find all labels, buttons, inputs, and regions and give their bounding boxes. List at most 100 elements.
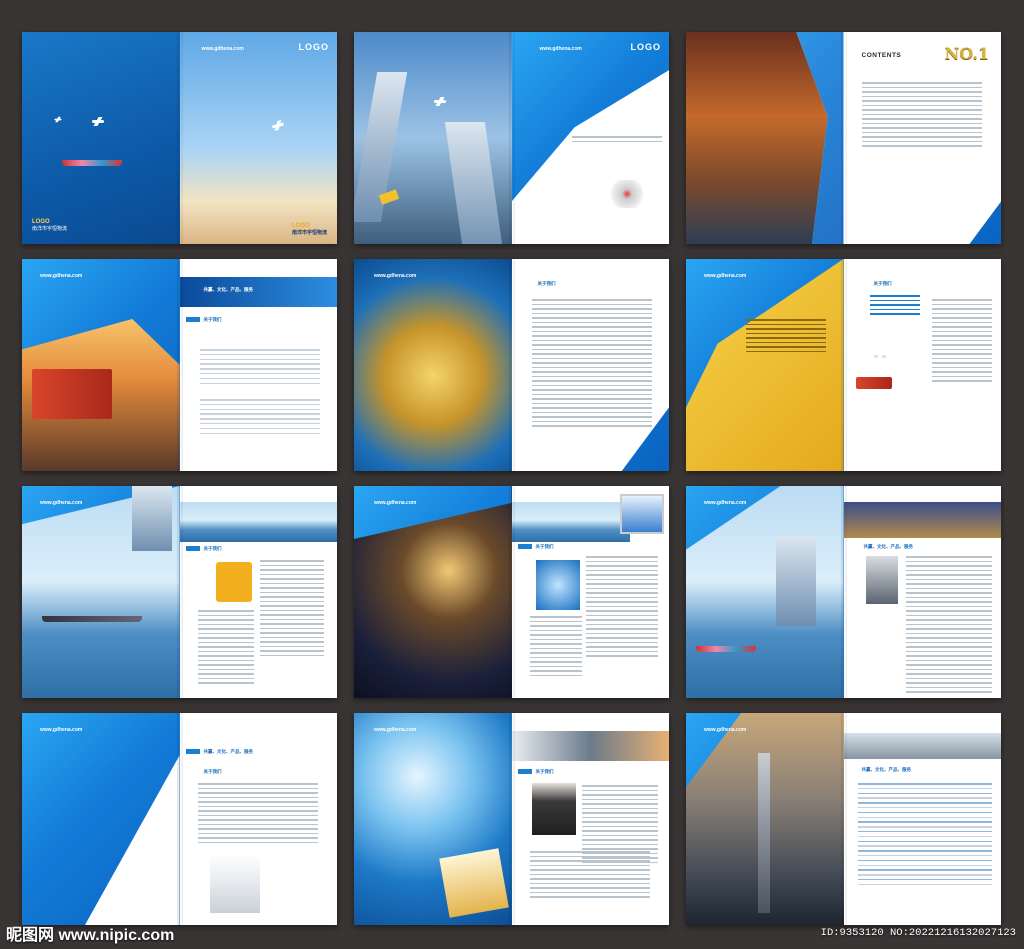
city-text-a <box>905 556 992 696</box>
cargo-ship-icon <box>42 616 142 622</box>
page-trucking-right: 共赢、文化、产品、服务 关于我们 <box>179 259 337 471</box>
spine-fold <box>508 259 515 471</box>
spread-intro[interactable]: www.gdhena.com LOGO <box>354 32 669 244</box>
heading-marker <box>185 546 200 551</box>
page-front-cover: www.gdhena.com LOGO LOGO 南洋市宇恒物流 <box>179 32 337 244</box>
team-figures-icon <box>606 180 647 208</box>
spread-global[interactable]: www.gdhena.com 关于我们 <box>354 486 669 698</box>
truck-icon <box>32 369 112 419</box>
spread-city-port[interactable]: www.gdhena.com 共赢、文化、产品、服务 <box>686 486 1001 698</box>
section-heading: 关于我们 <box>537 281 556 286</box>
cover-brand: LOGO 南洋市宇恒物流 <box>32 219 67 232</box>
page-skyline-left: www.gdhena.com <box>686 713 844 925</box>
spine-fold <box>176 32 183 244</box>
section-heading: 关于我们 <box>203 769 222 774</box>
business-people-photo <box>865 556 898 604</box>
airplane-icon <box>873 355 886 358</box>
monitor-icon <box>619 494 664 534</box>
container-ship-icon <box>62 160 122 166</box>
spread-team[interactable]: www.gdhena.com 关于我们 <box>354 713 669 925</box>
spread-culture[interactable]: www.gdhena.com 关于我们 <box>354 259 669 471</box>
banner-title: 共赢、文化、产品、服务 <box>863 544 914 549</box>
no1-badge: NO.1 <box>944 44 989 63</box>
airplane-icon <box>434 100 446 103</box>
page-back-cover: LOGO 南洋市宇恒物流 <box>22 32 180 244</box>
decor-wave <box>22 32 180 244</box>
air-list <box>869 295 920 318</box>
front-brand: LOGO 南洋市宇恒物流 <box>292 223 327 236</box>
spread-service[interactable]: www.gdhena.com 共赢、文化、产品、服务 关于我们 <box>22 713 337 925</box>
spread-air-freight[interactable]: www.gdhena.com 关于我们 <box>686 259 1001 471</box>
pyramid-photo <box>843 502 1001 538</box>
spread-shipping[interactable]: www.gdhena.com 关于我们 <box>22 486 337 698</box>
page-culture-left: www.gdhena.com <box>354 259 512 471</box>
brand-url: www.gdhena.com <box>374 273 417 279</box>
page-contents-right: CONTENTS NO.1 <box>843 32 1001 244</box>
businessman-photo <box>531 783 576 835</box>
spread-skyline[interactable]: www.gdhena.com 共赢、文化、产品、服务 <box>686 713 1001 925</box>
page-service-left: www.gdhena.com <box>22 713 180 925</box>
golden-pixiu-photo <box>354 259 512 471</box>
logo-mark: LOGO <box>298 42 329 52</box>
skyscraper-shape <box>758 753 770 913</box>
global-text-b <box>529 616 582 679</box>
brand-url: www.gdhena.com <box>374 727 417 733</box>
page-contents-left <box>686 32 844 244</box>
brand-url: www.gdhena.com <box>704 727 747 733</box>
page-culture-right: 关于我们 <box>511 259 669 471</box>
page-global-right: 关于我们 <box>511 486 669 698</box>
truck-icon <box>855 377 892 389</box>
spine-fold <box>176 259 183 471</box>
spread-cover[interactable]: LOGO 南洋市宇恒物流 www.gdhena.com LOGO LOGO 南洋… <box>22 32 337 244</box>
brand-url: www.gdhena.com <box>374 500 417 506</box>
page-shipping-right: 关于我们 <box>179 486 337 698</box>
brand-url: www.gdhena.com <box>40 273 83 279</box>
service-text <box>197 783 318 846</box>
rate-table <box>199 349 320 387</box>
contents-list <box>861 82 982 150</box>
banner-title: 共赢、文化、产品、服务 <box>203 287 254 292</box>
heading-marker <box>517 769 532 774</box>
heading-marker <box>185 317 200 322</box>
id-watermark: ID:9353120 NO:20221216132027123 <box>820 927 1016 939</box>
banner-title: 共赢、文化、产品、服务 <box>203 749 254 754</box>
page-air-right: 关于我们 <box>843 259 1001 471</box>
page-trucking-left: www.gdhena.com <box>22 259 180 471</box>
spread-contents[interactable]: CONTENTS NO.1 <box>686 32 1001 244</box>
airplane-icon <box>54 118 62 121</box>
forklift-icon <box>215 562 252 602</box>
spread-trucking[interactable]: www.gdhena.com 共赢、文化、产品、服务 关于我们 <box>22 259 337 471</box>
section-heading: 关于我们 <box>203 546 222 551</box>
site-watermark: 昵图网 www.nipic.com <box>6 927 175 944</box>
brand-url: www.gdhena.com <box>201 46 244 52</box>
spine-fold <box>508 713 515 925</box>
brand-name: 南洋市宇恒物流 <box>291 230 327 236</box>
contents-title: CONTENTS <box>861 52 902 59</box>
brand-name: 南洋市宇恒物流 <box>32 226 68 232</box>
pier-photo <box>179 502 337 542</box>
page-team-right: 关于我们 <box>511 713 669 925</box>
section-heading: 关于我们 <box>535 544 554 549</box>
skyline-banner-photo <box>843 733 1001 759</box>
page-service-right: 共赢、文化、产品、服务 关于我们 <box>179 713 337 925</box>
page-city-left: www.gdhena.com <box>686 486 844 698</box>
calculator-clipboard-icon <box>439 848 509 918</box>
train-photo <box>511 731 669 761</box>
heading-marker <box>517 544 532 549</box>
brand-url: www.gdhena.com <box>539 46 582 52</box>
section-heading: 关于我们 <box>873 281 892 286</box>
section-heading: 关于我们 <box>535 769 554 774</box>
tech-network-icon <box>535 560 580 610</box>
brand-url: www.gdhena.com <box>40 500 83 506</box>
air-text <box>746 319 826 355</box>
page-air-left: www.gdhena.com <box>686 259 844 471</box>
page-city-right: 共赢、文化、产品、服务 <box>843 486 1001 698</box>
page-shipping-left: www.gdhena.com <box>22 486 180 698</box>
stairs-climber-icon <box>209 853 260 913</box>
spine-fold <box>840 259 847 471</box>
service-table <box>857 783 992 889</box>
culture-text <box>531 299 652 430</box>
banner-title: 共赢、文化、产品、服务 <box>861 767 912 772</box>
spine-fold <box>176 486 183 698</box>
section-heading: 关于我们 <box>203 317 222 322</box>
